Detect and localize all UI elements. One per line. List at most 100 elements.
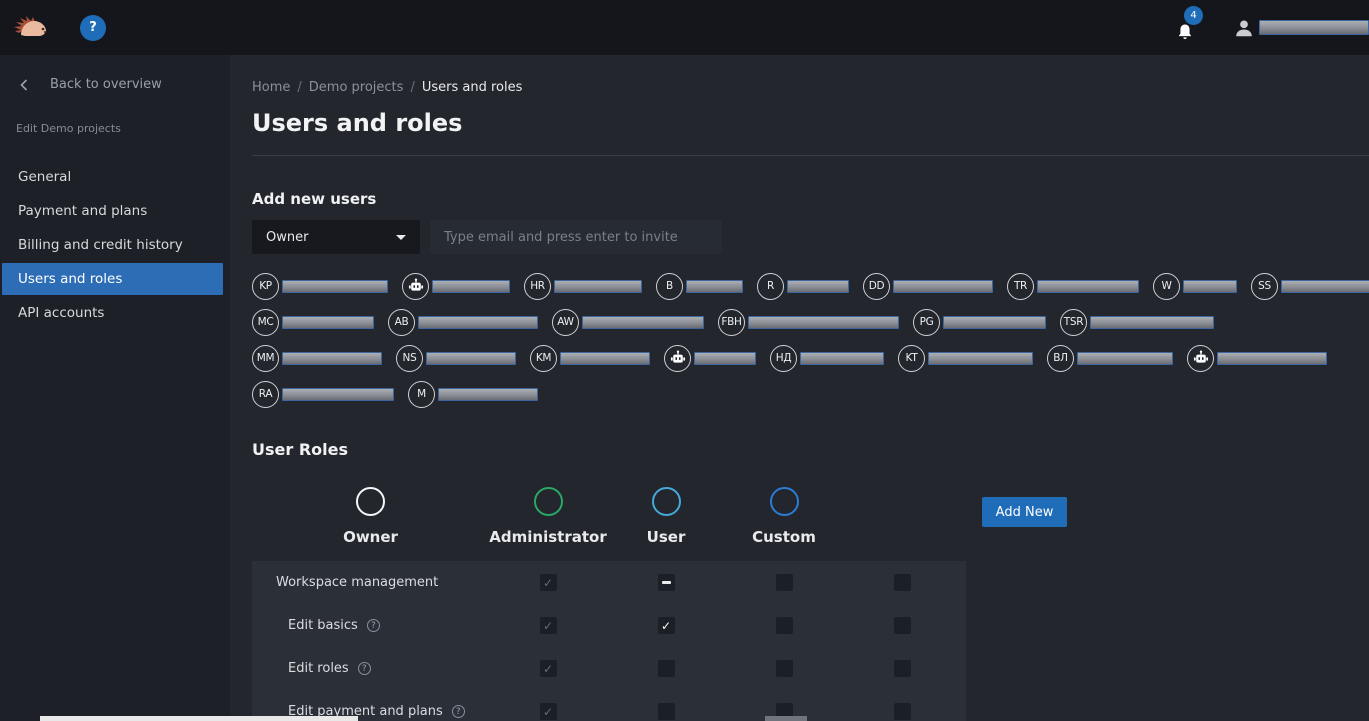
member-kp: KP [252, 273, 388, 300]
breadcrumb-separator: / [297, 80, 301, 95]
breadcrumb-item-home[interactable]: Home [252, 80, 290, 95]
avatar: B [656, 273, 683, 300]
redacted-name-bar [1281, 280, 1369, 293]
checkbox-cell [607, 660, 725, 677]
permission-label-text: Edit roles [288, 661, 349, 676]
roles-header: OwnerAdministratorUserCustom Add New [252, 487, 1082, 546]
checkbox-owner-checked-disabled[interactable] [540, 703, 557, 720]
members-list: KPHRBRDDTRWSSMCABAWFBHPGTSRMMNSKMНДKTВЛR… [252, 272, 1369, 408]
role-radio-custom[interactable] [770, 487, 799, 516]
invite-email-input[interactable] [430, 220, 722, 254]
sidebar-item-payment-and-plans[interactable]: Payment and plans [2, 195, 223, 227]
sidebar-item-api-accounts[interactable]: API accounts [2, 297, 223, 329]
checkbox-cell [843, 574, 961, 591]
checkbox-administrator-indeterminate[interactable] [658, 574, 675, 591]
bot-avatar [1187, 345, 1214, 372]
role-radio-administrator[interactable] [534, 487, 563, 516]
redacted-name-bar [1090, 316, 1214, 329]
role-column-custom: Custom [725, 487, 843, 546]
permission-label-text: Workspace management [276, 575, 438, 590]
sidebar-section-label: Edit Demo projects [0, 92, 230, 135]
permission-label: Workspace management [252, 575, 489, 590]
help-icon[interactable] [452, 705, 465, 718]
member-pg: PG [913, 309, 1046, 336]
redacted-name-bar [1037, 280, 1139, 293]
checkbox-user-empty[interactable] [776, 617, 793, 634]
member-b: B [656, 273, 743, 300]
redacted-name-bar [787, 280, 849, 293]
redacted-name-bar [1183, 280, 1237, 293]
member-kt: KT [898, 345, 1033, 372]
member-mc: MC [252, 309, 374, 336]
add-new-role-button[interactable]: Add New [982, 497, 1067, 527]
checkbox-owner-checked-disabled[interactable] [540, 660, 557, 677]
permission-label-text: Edit basics [288, 618, 358, 633]
back-label: Back to overview [50, 77, 162, 92]
checkbox-cell [489, 617, 607, 634]
help-button[interactable]: ? [80, 15, 106, 41]
role-label-administrator: Administrator [489, 528, 606, 546]
checkbox-user-empty[interactable] [776, 574, 793, 591]
checkbox-cell [725, 574, 843, 591]
user-roles-heading: User Roles [252, 440, 1369, 459]
avatar: KM [530, 345, 557, 372]
checkbox-administrator-empty[interactable] [658, 703, 675, 720]
breadcrumb-separator: / [410, 80, 414, 95]
bot-avatar [664, 345, 691, 372]
member-ns: NS [396, 345, 516, 372]
sidebar-item-billing-and-credit-history[interactable]: Billing and credit history [2, 229, 223, 261]
sidebar: Back to overview Edit Demo projects Gene… [0, 55, 230, 721]
bot-avatar [402, 273, 429, 300]
checkbox-cell [725, 617, 843, 634]
checkbox-custom-empty[interactable] [894, 617, 911, 634]
user-menu[interactable] [1233, 16, 1369, 40]
add-users-heading: Add new users [252, 190, 1369, 208]
role-radio-user[interactable] [652, 487, 681, 516]
avatar: MM [252, 345, 279, 372]
help-icon[interactable] [358, 662, 371, 675]
help-icon[interactable] [367, 619, 380, 632]
member-bot [1187, 345, 1327, 372]
member-ra: RA [252, 381, 394, 408]
role-column-administrator: Administrator [489, 487, 607, 546]
avatar: MC [252, 309, 279, 336]
breadcrumb: Home/Demo projects/Users and roles [252, 55, 1369, 95]
checkbox-owner-checked-disabled[interactable] [540, 574, 557, 591]
redacted-name-bar [432, 280, 510, 293]
checkbox-custom-empty[interactable] [894, 703, 911, 720]
breadcrumb-item-demo-projects[interactable]: Demo projects [309, 80, 404, 95]
member-bot [664, 345, 756, 372]
avatar: TSR [1060, 309, 1087, 336]
checkbox-owner-checked-disabled[interactable] [540, 617, 557, 634]
redacted-name-bar [748, 316, 899, 329]
checkbox-user-empty[interactable] [776, 660, 793, 677]
role-radio-owner[interactable] [356, 487, 385, 516]
checkbox-cell [607, 574, 725, 591]
sidebar-item-users-and-roles[interactable]: Users and roles [2, 263, 223, 295]
avatar: AW [552, 309, 579, 336]
robot-icon [408, 278, 424, 294]
checkbox-administrator-checked[interactable] [658, 617, 675, 634]
permission-row-edit-roles: Edit roles [252, 647, 966, 690]
redacted-name-bar [694, 352, 756, 365]
redacted-name-bar [438, 388, 538, 401]
role-select-dropdown[interactable]: Owner [252, 220, 420, 254]
member-dd: DD [863, 273, 993, 300]
checkbox-cell [725, 660, 843, 677]
notifications-button[interactable]: 4 [1175, 14, 1201, 42]
redacted-name-bar [282, 352, 382, 365]
redacted-name-bar [282, 280, 388, 293]
back-to-overview-link[interactable]: Back to overview [0, 55, 230, 92]
redacted-name-bar [1217, 352, 1327, 365]
horizontal-scrollbar-thumb[interactable] [40, 716, 358, 721]
table-scrollbar-thumb[interactable] [765, 716, 807, 721]
sidebar-item-general[interactable]: General [2, 161, 223, 193]
avatar: HR [524, 273, 551, 300]
checkbox-custom-empty[interactable] [894, 660, 911, 677]
permissions-table: Workspace management Edit basics Edit role… [252, 561, 966, 721]
avatar: R [757, 273, 784, 300]
checkbox-custom-empty[interactable] [894, 574, 911, 591]
checkbox-administrator-empty[interactable] [658, 660, 675, 677]
role-column-user: User [607, 487, 725, 546]
avatar: ВЛ [1047, 345, 1074, 372]
